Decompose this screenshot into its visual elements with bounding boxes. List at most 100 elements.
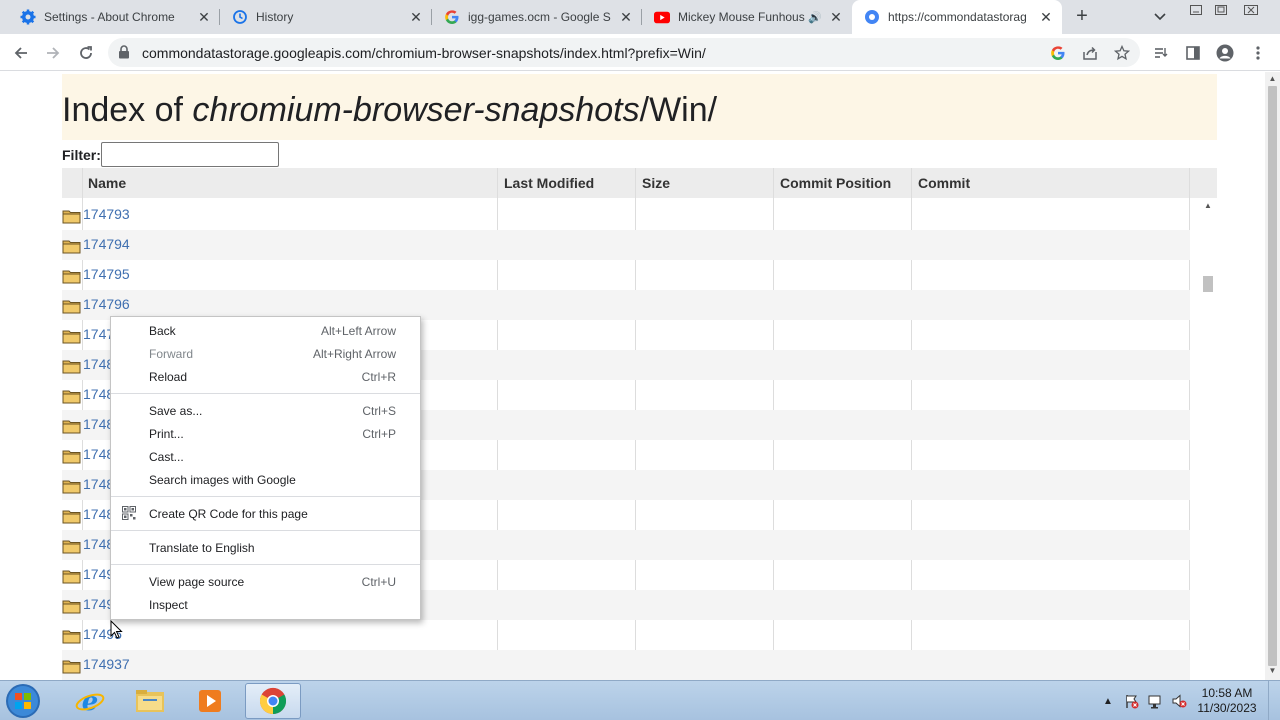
close-icon[interactable]: ✕ <box>828 9 844 25</box>
menu-item-label: Inspect <box>149 597 188 612</box>
site-icon <box>864 9 880 25</box>
folder-icon <box>62 478 81 494</box>
close-icon[interactable]: ✕ <box>1038 9 1054 25</box>
menu-separator <box>111 393 420 394</box>
tab-youtube[interactable]: Mickey Mouse Funhous 🔊 ✕ <box>642 0 852 34</box>
page-header: Index of chromium-browser-snapshots/Win/ <box>62 74 1217 140</box>
lock-icon[interactable] <box>118 45 130 62</box>
close-icon[interactable]: ✕ <box>618 9 634 25</box>
minimize-button[interactable] <box>1183 0 1209 20</box>
tab-google-search[interactable]: igg-games.ocm - Google S ✕ <box>432 0 642 34</box>
back-button[interactable] <box>8 40 34 66</box>
column-header-commit-position[interactable]: Commit Position <box>774 168 891 198</box>
folder-icon <box>62 538 81 554</box>
new-tab-button[interactable]: + <box>1070 5 1094 29</box>
menu-item-print[interactable]: Print... Ctrl+P <box>111 422 420 445</box>
menu-item-back[interactable]: Back Alt+Left Arrow <box>111 319 420 342</box>
tab-strip: Settings - About Chrome ✕ History ✕ igg-… <box>0 0 1280 34</box>
browser-toolbar: commondatastorage.googleapis.com/chromiu… <box>0 34 1280 71</box>
menu-item-create-qr-code-for-this-page[interactable]: Create QR Code for this page <box>111 502 420 525</box>
tab-title: Mickey Mouse Funhous <box>678 10 805 24</box>
menu-item-view-page-source[interactable]: View page source Ctrl+U <box>111 570 420 593</box>
close-window-button[interactable] <box>1238 0 1264 20</box>
folder-link[interactable]: 174795 <box>83 266 130 282</box>
column-header-last-modified[interactable]: Last Modified <box>498 168 594 198</box>
share-icon[interactable] <box>1081 44 1099 62</box>
title-suffix: /Win/ <box>639 91 718 129</box>
forward-button[interactable] <box>40 40 66 66</box>
page-scrollbar-thumb[interactable] <box>1268 86 1277 666</box>
action-center-flag-icon[interactable] <box>1124 693 1140 709</box>
menu-item-reload[interactable]: Reload Ctrl+R <box>111 365 420 388</box>
google-icon <box>444 9 460 25</box>
column-header-commit[interactable]: Commit <box>912 168 970 198</box>
menu-item-label: View page source <box>149 574 245 589</box>
menu-item-forward[interactable]: Forward Alt+Right Arrow <box>111 342 420 365</box>
file-explorer-icon[interactable] <box>122 683 178 719</box>
tab-title: https://commondatastorag <box>888 10 1027 24</box>
page-scrollbar[interactable]: ▲ ▼ <box>1265 72 1280 680</box>
start-button[interactable] <box>3 682 43 720</box>
maximize-button[interactable] <box>1208 0 1234 20</box>
menu-item-label: Forward <box>149 346 194 361</box>
history-icon <box>232 9 248 25</box>
filter-input[interactable] <box>100 142 279 167</box>
menu-item-label: Print... <box>149 426 184 441</box>
close-icon[interactable]: ✕ <box>408 9 424 25</box>
mouse-cursor-icon <box>110 620 123 639</box>
menu-item-search-images-with-google[interactable]: Search images with Google <box>111 468 420 491</box>
reload-button[interactable] <box>73 40 99 66</box>
menu-separator <box>111 530 420 531</box>
scroll-up-arrow[interactable]: ▲ <box>1265 74 1280 86</box>
menu-item-label: Reload <box>149 369 188 384</box>
column-header-name[interactable]: Name <box>82 168 126 198</box>
page-title: Index of chromium-browser-snapshots/Win/ <box>62 91 717 130</box>
bookmark-star-icon[interactable] <box>1113 44 1131 62</box>
folder-link[interactable]: 174796 <box>83 296 130 312</box>
tab-commondatastorage[interactable]: https://commondatastorag ✕ <box>852 0 1062 34</box>
menu-item-cast[interactable]: Cast... <box>111 445 420 468</box>
show-hidden-icons-icon[interactable]: ▲ <box>1100 693 1116 709</box>
folder-icon <box>62 238 81 254</box>
table-scrollbar-thumb[interactable] <box>1203 276 1213 292</box>
folder-icon <box>62 298 81 314</box>
table-row: 17495 <box>62 620 1190 650</box>
menu-kebab-icon[interactable] <box>1245 40 1271 66</box>
close-icon[interactable]: ✕ <box>196 9 212 25</box>
chevron-down-icon[interactable] <box>1150 7 1170 27</box>
menu-item-label: Back <box>149 323 176 338</box>
internet-explorer-icon[interactable]: e <box>62 683 118 719</box>
folder-icon <box>62 418 81 434</box>
tab-history[interactable]: History ✕ <box>220 0 432 34</box>
filter-label: Filter: <box>62 146 101 163</box>
menu-item-shortcut: Ctrl+R <box>361 369 396 384</box>
tab-settings[interactable]: Settings - About Chrome ✕ <box>8 0 220 34</box>
menu-item-shortcut: Alt+Left Arrow <box>320 323 396 338</box>
url-text[interactable]: commondatastorage.googleapis.com/chromiu… <box>142 45 706 61</box>
reading-list-icon[interactable] <box>1148 40 1174 66</box>
folder-icon <box>62 598 81 614</box>
folder-link[interactable]: 174937 <box>83 656 130 672</box>
folder-link[interactable]: 174793 <box>83 206 130 222</box>
folder-link[interactable]: 174794 <box>83 236 130 252</box>
table-scroll-up-arrow[interactable]: ▲ <box>1202 201 1214 213</box>
scroll-down-arrow[interactable]: ▼ <box>1265 666 1280 678</box>
address-bar[interactable]: commondatastorage.googleapis.com/chromiu… <box>108 38 1140 67</box>
table-row: 174795 <box>62 260 1190 290</box>
show-desktop-button[interactable] <box>1268 681 1280 720</box>
system-clock[interactable]: 10:58 AM 11/30/2023 <box>1196 686 1258 716</box>
menu-item-inspect[interactable]: Inspect <box>111 593 420 616</box>
media-player-icon[interactable] <box>182 683 238 719</box>
network-icon[interactable] <box>1147 693 1163 709</box>
column-header-size[interactable]: Size <box>636 168 670 198</box>
menu-item-label: Create QR Code for this page <box>149 506 308 521</box>
side-panel-icon[interactable] <box>1180 40 1206 66</box>
chrome-icon[interactable] <box>245 683 301 719</box>
google-lens-icon[interactable] <box>1049 44 1067 62</box>
menu-item-save-as[interactable]: Save as... Ctrl+S <box>111 399 420 422</box>
menu-item-translate-to-english[interactable]: Translate to English <box>111 536 420 559</box>
volume-muted-icon[interactable] <box>1171 693 1187 709</box>
profile-avatar-icon[interactable] <box>1212 40 1238 66</box>
speaker-icon[interactable]: 🔊 <box>808 11 822 24</box>
tab-title: Settings - About Chrome <box>44 10 175 24</box>
